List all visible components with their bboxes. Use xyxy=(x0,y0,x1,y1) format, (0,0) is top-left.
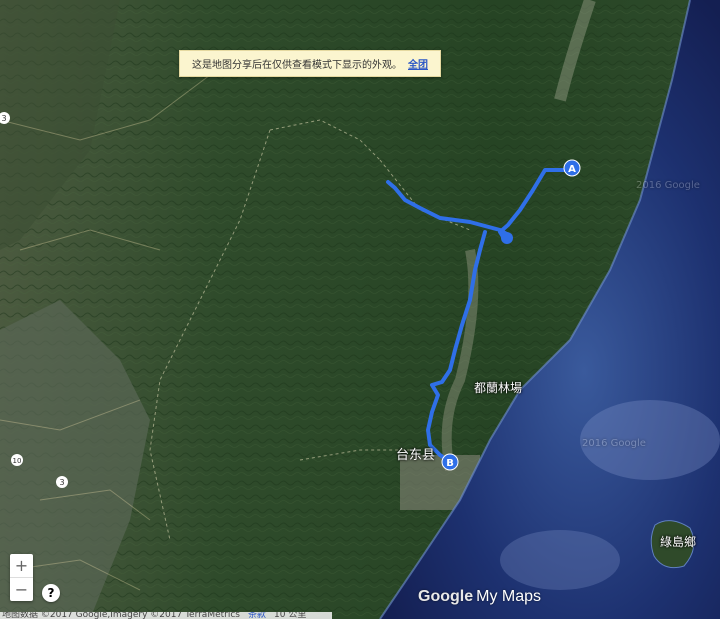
road-shield-3b: 3 xyxy=(56,476,68,488)
google-wordmark: Google xyxy=(418,588,474,605)
svg-text:3: 3 xyxy=(1,114,6,123)
road-shield-10: 10 xyxy=(11,454,23,466)
notice-link[interactable]: 全团 xyxy=(408,56,428,71)
help-button[interactable]: ? xyxy=(42,584,60,602)
scale-label: 10 公里 xyxy=(274,612,307,619)
forest-farm-label: 都蘭林場 xyxy=(474,381,523,395)
svg-text:3: 3 xyxy=(59,478,64,487)
city-label: 台东县 xyxy=(396,448,436,463)
attribution: 地图数据 ©2017 Google,Imagery ©2017 TerraMet… xyxy=(2,612,240,619)
svg-text:10: 10 xyxy=(13,457,22,465)
svg-text:B: B xyxy=(446,458,454,469)
notice-text: 这是地图分享后在仅供查看模式下显示的外观。 xyxy=(192,60,402,71)
map-footer: 地图数据 ©2017 Google,Imagery ©2017 TerraMet… xyxy=(0,612,332,619)
satellite-map[interactable]: A B 3 10 3 xyxy=(0,0,720,619)
svg-text:A: A xyxy=(568,164,576,175)
view-only-notice: 这是地图分享后在仅供查看模式下显示的外观。 全团 xyxy=(179,50,441,77)
marker-start[interactable]: A xyxy=(563,159,581,177)
island-label: 綠島鄉 xyxy=(660,535,697,549)
faint-watermark-2: 2016 Google xyxy=(582,438,646,449)
zoom-control: + − xyxy=(10,554,33,601)
marker-end[interactable]: B xyxy=(441,453,459,471)
zoom-in-button[interactable]: + xyxy=(10,554,33,577)
terms-link[interactable]: 条款 xyxy=(248,612,266,619)
google-my-maps-logo: Google My Maps xyxy=(418,588,541,606)
zoom-out-button[interactable]: − xyxy=(10,578,33,601)
faint-watermark-1: 2016 Google xyxy=(636,180,700,191)
mymaps-wordmark: My Maps xyxy=(476,588,542,605)
waypoint xyxy=(501,232,513,244)
